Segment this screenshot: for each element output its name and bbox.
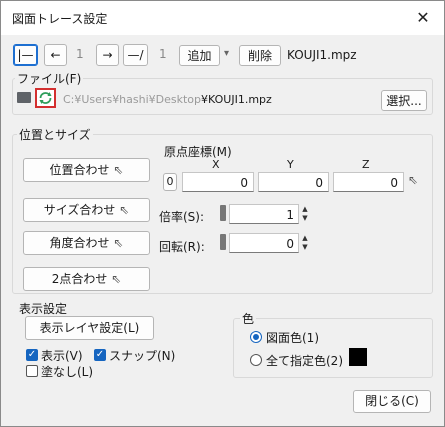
window-title: 図面トレース設定 bbox=[12, 12, 108, 26]
close-window-button[interactable]: ✕ bbox=[408, 5, 438, 31]
align-size-label: サイズ合わせ bbox=[43, 203, 116, 217]
file-path-name: ¥KOUJI1.mpz bbox=[201, 93, 272, 106]
align-2pt-label: 2点合わせ bbox=[51, 272, 108, 286]
forward-button[interactable]: → bbox=[96, 44, 119, 66]
all-specified-color-label: 全て指定色(2) bbox=[266, 354, 343, 368]
color-swatch[interactable] bbox=[349, 348, 367, 366]
cursor-icon: ⇖ bbox=[119, 203, 130, 217]
reload-button[interactable] bbox=[35, 88, 56, 108]
fill-none-label: 塗なし(L) bbox=[41, 365, 94, 379]
origin-index-button[interactable]: 0 bbox=[163, 173, 177, 191]
rotate-slider[interactable] bbox=[220, 234, 226, 250]
align-size-button[interactable]: サイズ合わせ ⇖ bbox=[23, 198, 150, 222]
layer-settings-button[interactable]: 表示レイヤ設定(L) bbox=[25, 316, 154, 340]
align-position-button[interactable]: 位置合わせ ⇖ bbox=[23, 158, 150, 182]
cursor-icon: ⇖ bbox=[113, 163, 124, 177]
page-count-a: 1 bbox=[76, 47, 84, 61]
snap-checkbox[interactable]: ✓ bbox=[94, 349, 106, 361]
origin-coords-label: 原点座標(M) bbox=[164, 145, 232, 159]
rotate-label: 回転(R): bbox=[159, 240, 205, 254]
folder-icon bbox=[17, 92, 31, 103]
scale-spinner[interactable]: ▲ ▼ bbox=[300, 205, 310, 223]
file-path: C:¥Users¥hashi¥Desktop¥KOUJI1.mpz bbox=[63, 93, 272, 106]
rotate-spinner[interactable]: ▲ ▼ bbox=[300, 234, 310, 252]
select-file-button[interactable]: 選択... bbox=[381, 90, 427, 111]
cursor-icon: ⇖ bbox=[113, 236, 124, 250]
scale-slider[interactable] bbox=[220, 205, 226, 221]
align-position-label: 位置合わせ bbox=[49, 163, 110, 177]
show-checkbox[interactable]: ✓ bbox=[26, 349, 38, 361]
origin-z-input[interactable]: 0 bbox=[333, 172, 404, 192]
first-page-button[interactable]: |— bbox=[13, 44, 38, 66]
show-label: 表示(V) bbox=[41, 349, 83, 363]
title-bar: 図面トレース設定 ✕ bbox=[1, 1, 444, 35]
back-button[interactable]: ← bbox=[44, 44, 67, 66]
last-page-button[interactable]: —/ bbox=[123, 44, 148, 66]
color-group-label: 色 bbox=[240, 310, 257, 327]
dialog-window: 図面トレース設定 ✕ |— ← 1 → —/ 1 追加 ▾ 削除 KOUJI1.… bbox=[0, 0, 445, 427]
scale-input[interactable]: 1 bbox=[229, 204, 299, 224]
align-angle-label: 角度合わせ bbox=[49, 236, 110, 250]
x-axis-label: X bbox=[212, 158, 220, 171]
cursor-icon: ⇖ bbox=[111, 272, 122, 286]
file-group-label: ファイル(F) bbox=[15, 70, 84, 87]
y-axis-label: Y bbox=[287, 158, 294, 171]
drawing-color-radio[interactable] bbox=[250, 331, 262, 343]
align-2pt-button[interactable]: 2点合わせ ⇖ bbox=[23, 267, 150, 291]
fill-none-checkbox[interactable] bbox=[26, 365, 38, 377]
reload-icon bbox=[39, 92, 52, 104]
origin-x-input[interactable]: 0 bbox=[182, 172, 254, 192]
position-size-label: 位置とサイズ bbox=[17, 126, 93, 143]
page-count-b: 1 bbox=[159, 47, 167, 61]
file-path-dir: C:¥Users¥hashi¥Desktop bbox=[63, 93, 202, 106]
add-button[interactable]: 追加 bbox=[179, 45, 220, 66]
close-button[interactable]: 閉じる(C) bbox=[353, 390, 431, 413]
z-axis-label: Z bbox=[362, 158, 370, 171]
display-settings-label: 表示設定 bbox=[19, 302, 68, 316]
add-dropdown-icon[interactable]: ▾ bbox=[224, 48, 229, 59]
align-angle-button[interactable]: 角度合わせ ⇖ bbox=[23, 231, 150, 255]
drawing-color-label: 図面色(1) bbox=[266, 331, 319, 345]
color-group bbox=[233, 318, 433, 378]
origin-y-input[interactable]: 0 bbox=[258, 172, 329, 192]
delete-button[interactable]: 削除 bbox=[239, 45, 281, 66]
rotate-input[interactable]: 0 bbox=[229, 233, 299, 253]
pick-origin-cursor-icon[interactable]: ⇖ bbox=[408, 173, 418, 187]
all-specified-color-radio[interactable] bbox=[250, 354, 262, 366]
snap-label: スナップ(N) bbox=[109, 349, 176, 363]
scale-label: 倍率(S): bbox=[159, 210, 205, 224]
current-file-field: KOUJI1.mpz bbox=[284, 45, 432, 66]
